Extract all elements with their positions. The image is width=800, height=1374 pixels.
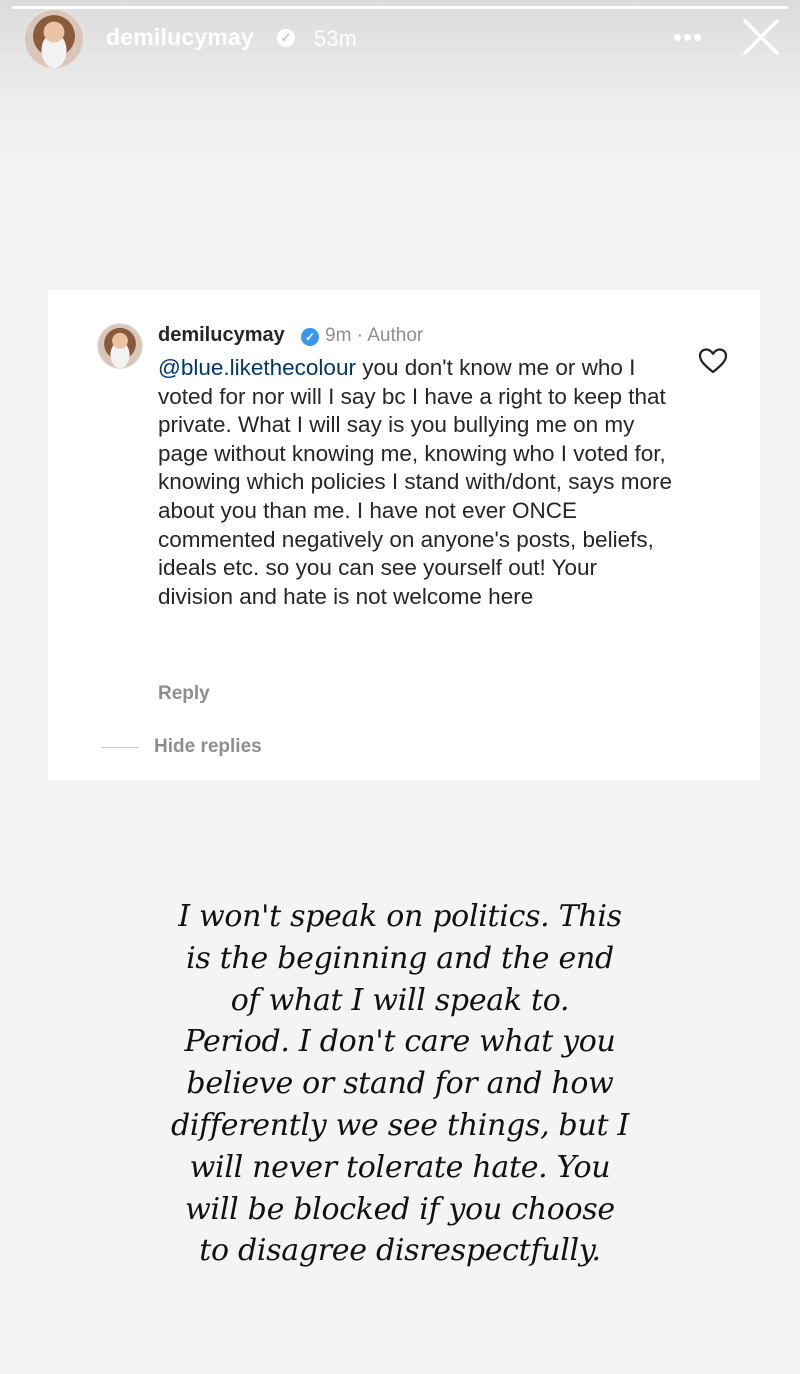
statement-line: Period. I don't care what you (184, 1024, 616, 1060)
close-icon[interactable] (740, 16, 782, 58)
more-horizontal-icon[interactable]: ••• (668, 22, 708, 52)
verified-badge-icon: ✓ (277, 29, 295, 47)
statement-line: differently we see things, but I (170, 1107, 630, 1143)
mention-link[interactable]: @blue.likethecolour (158, 355, 356, 380)
story-statement-text: I won't speak on politics. This is the b… (150, 896, 650, 1272)
comment-meta: 9m · Author (325, 325, 424, 346)
statement-line: will never tolerate hate. You (189, 1149, 611, 1185)
statement-line: is the beginning and the end (186, 940, 614, 976)
comment-avatar[interactable] (97, 323, 143, 369)
statement-line: believe or stand for and how (186, 1066, 614, 1102)
comment-body-text: you don't know me or who I voted for nor… (158, 355, 672, 609)
avatar-image (98, 324, 142, 368)
avatar[interactable] (24, 9, 84, 69)
statement-line: of what I will speak to. (230, 982, 570, 1018)
avatar-image (25, 10, 83, 68)
hide-replies-button[interactable]: Hide replies (154, 736, 262, 758)
story-header: demilucymay ✓ 53m ••• (0, 0, 800, 80)
comment-username[interactable]: demilucymay (158, 324, 285, 347)
story-username[interactable]: demilucymay (106, 24, 254, 51)
statement-line: to disagree disrespectfully. (199, 1233, 601, 1269)
statement-line: I won't speak on politics. This (178, 899, 622, 934)
verified-badge-icon: ✓ (301, 328, 319, 346)
statement-line: will be blocked if you choose (185, 1191, 615, 1227)
heart-outline-icon[interactable] (698, 347, 728, 375)
reply-button[interactable]: Reply (158, 683, 210, 705)
replies-divider (102, 747, 138, 748)
comment-text: @blue.likethecolour you don't know me or… (158, 354, 678, 611)
story-timestamp: 53m (314, 26, 357, 51)
